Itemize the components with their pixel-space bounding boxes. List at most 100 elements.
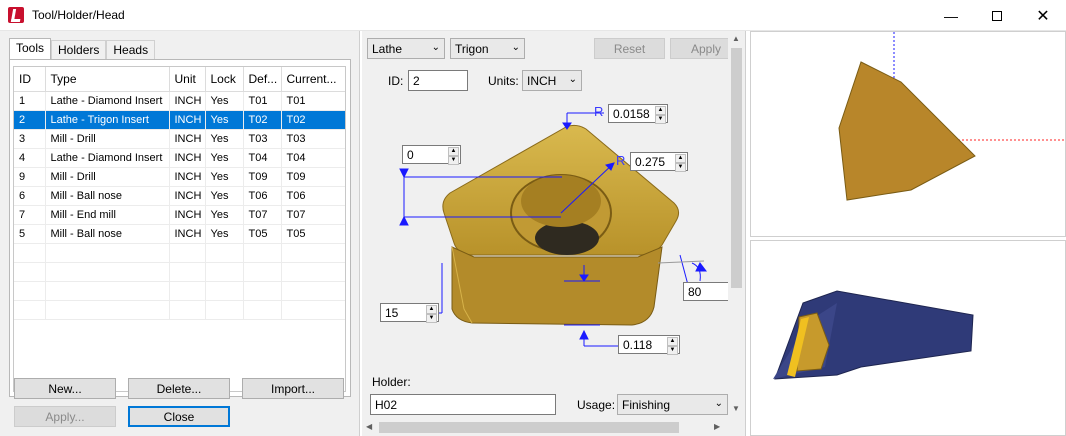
cell-current: T02 [281,110,345,130]
tools-table[interactable]: ID Type Unit Lock Def... Current... 1 Lat… [13,66,346,392]
empty-cell [14,262,46,282]
chevron-down-icon: ⌄ [511,42,520,53]
cell-default: T05 [243,224,282,244]
inscribed-radius-field[interactable]: 0.275 ▲ ▼ [630,152,688,172]
table-row[interactable]: 7 Mill - End mill INCH Yes T07 T07 [14,205,345,225]
tab-heads[interactable]: Heads [106,40,156,60]
tab-tools[interactable]: Tools [9,38,52,60]
column-header-id[interactable]: ID [14,67,46,92]
column-header-lock[interactable]: Lock [205,67,244,92]
app-logo-icon [8,7,24,23]
table-row[interactable]: 1 Lathe - Diamond Insert INCH Yes T01 T01 [14,91,345,111]
empty-cell [14,281,46,301]
vertical-scrollbar[interactable]: ▲ ▼ [728,31,745,419]
cell-id: 5 [14,224,46,244]
usage-select[interactable]: Finishing ⌄ [617,394,728,415]
holder-field[interactable]: H02 [370,394,556,415]
cell-type: Lathe - Diamond Insert [45,148,170,168]
chevron-down-icon: ⌄ [568,74,577,85]
empty-cell [281,300,345,320]
tool-assembly-view[interactable] [750,240,1066,436]
tool-list-pane: Tools Holders Heads ID Type Unit Lock De… [0,31,360,436]
units-value: INCH [527,74,557,88]
holder-label: Holder: [372,375,411,389]
empty-row [14,262,345,282]
cell-current: T07 [281,205,345,225]
spin-arrows-icon[interactable]: ▲ ▼ [667,337,678,355]
cell-lock: Yes [205,110,244,130]
scroll-left-icon[interactable]: ◀ [366,422,372,431]
empty-cell [169,262,206,282]
table-row[interactable]: 4 Lathe - Diamond Insert INCH Yes T04 T04 [14,148,345,168]
tab-holders[interactable]: Holders [51,40,107,60]
horizontal-scroll-thumb[interactable] [379,422,679,433]
minimize-button[interactable]: — [928,0,974,31]
cell-default: T07 [243,205,282,225]
cell-lock: Yes [205,186,244,206]
cell-default: T02 [243,110,282,130]
empty-cell [243,281,282,301]
thickness-field[interactable]: 0.118 ▲ ▼ [618,335,680,355]
horizontal-scrollbar[interactable]: ◀ ▶ [362,419,728,436]
corner-radius-field[interactable]: 0.0158 ▲ ▼ [608,104,668,124]
reset-button[interactable]: Reset [594,38,665,59]
top-offset-field[interactable]: 0 ▲ ▼ [402,145,461,165]
spin-arrows-icon[interactable]: ▲ ▼ [426,305,437,323]
cell-id: 2 [14,110,46,130]
cell-unit: INCH [169,224,206,244]
table-row[interactable]: 3 Mill - Drill INCH Yes T03 T03 [14,129,345,149]
column-header-unit[interactable]: Unit [169,67,206,92]
maximize-icon [992,10,1002,21]
corner-radius-label: R [594,104,604,119]
empty-cell [45,281,170,301]
spin-arrows-icon[interactable]: ▲ ▼ [655,106,666,124]
relief-angle-field[interactable]: 15 ▲ ▼ [380,303,439,323]
vertical-scroll-thumb[interactable] [731,48,742,288]
units-select[interactable]: INCH ⌄ [522,70,582,91]
cell-unit: INCH [169,129,206,149]
new-button[interactable]: New... [14,378,116,399]
table-row[interactable]: 6 Mill - Ball nose INCH Yes T06 T06 [14,186,345,206]
column-header-type[interactable]: Type [45,67,170,92]
empty-cell [45,262,170,282]
empty-cell [281,281,345,301]
empty-cell [205,300,244,320]
empty-row [14,300,345,320]
scroll-right-icon[interactable]: ▶ [714,422,720,431]
close-button[interactable]: Close [128,406,230,427]
maximize-button[interactable] [974,0,1020,31]
close-window-button[interactable]: ✕ [1020,0,1066,31]
cell-default: T09 [243,167,282,187]
tools-tab-panel: ID Type Unit Lock Def... Current... 1 Lat… [9,59,351,397]
cell-id: 9 [14,167,46,187]
column-header-default[interactable]: Def... [243,67,282,92]
cell-unit: INCH [169,167,206,187]
id-field[interactable]: 2 [408,70,468,91]
empty-cell [14,243,46,263]
id-label: ID: [388,74,404,88]
empty-cell [243,300,282,320]
cell-id: 4 [14,148,46,168]
empty-cell [281,243,345,263]
empty-cell [169,281,206,301]
tool-type-select[interactable]: Lathe ⌄ [367,38,445,59]
insert-shape-select[interactable]: Trigon ⌄ [450,38,525,59]
tab-strip: Tools Holders Heads [9,38,156,60]
empty-cell [205,262,244,282]
table-row[interactable]: 9 Mill - Drill INCH Yes T09 T09 [14,167,345,187]
spin-arrows-icon[interactable]: ▲ ▼ [448,147,459,165]
table-row[interactable]: 5 Mill - Ball nose INCH Yes T05 T05 [14,224,345,244]
scroll-down-icon[interactable]: ▼ [732,404,740,413]
column-header-current[interactable]: Current... [281,67,345,92]
scroll-up-icon[interactable]: ▲ [732,34,740,43]
side-angle-field[interactable]: 80 [683,282,729,301]
spin-arrows-icon[interactable]: ▲ ▼ [675,154,686,172]
thickness-value: 0.118 [623,338,653,352]
import-button[interactable]: Import... [242,378,344,399]
table-row[interactable]: 2 Lathe - Trigon Insert INCH Yes T02 T02 [14,110,345,130]
cell-unit: INCH [169,205,206,225]
apply-left-button[interactable]: Apply... [14,406,116,427]
delete-button[interactable]: Delete... [128,378,230,399]
cell-id: 3 [14,129,46,149]
insert-top-view[interactable] [750,31,1066,237]
